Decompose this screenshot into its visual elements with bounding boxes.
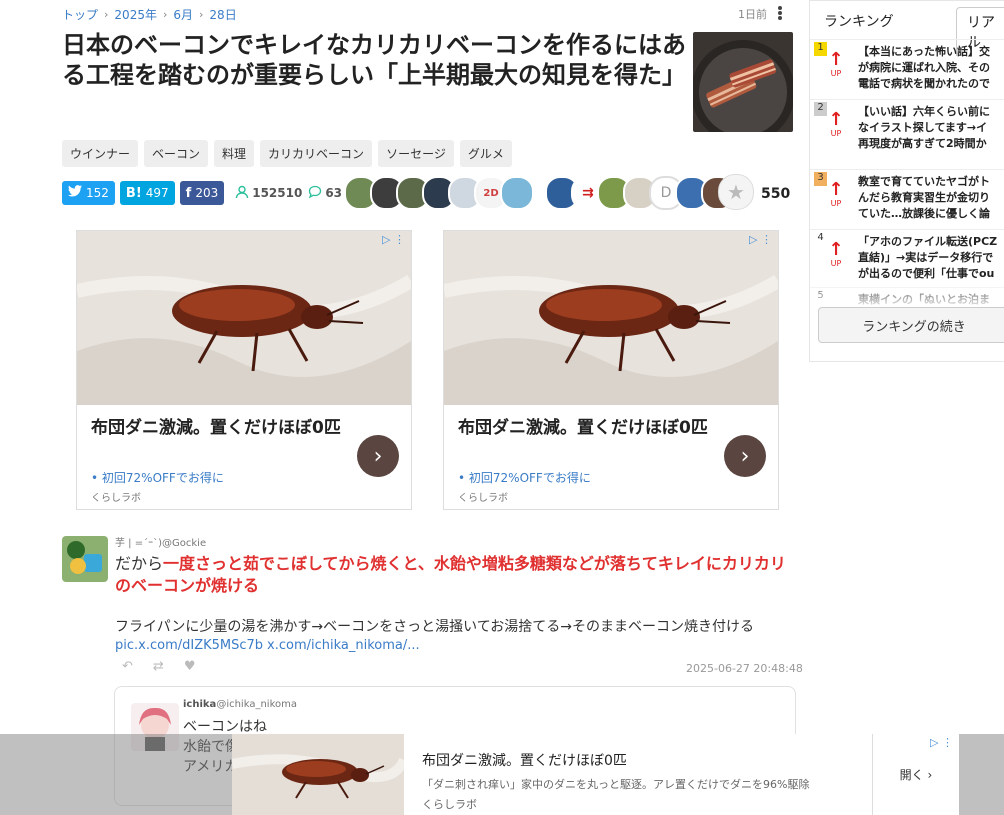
avatar[interactable]	[500, 176, 534, 210]
reply-icon[interactable]: ↶	[122, 659, 133, 674]
sticky-ad-text: 布団ダニ激減。置くだけほぼ0匹 「ダニ刺され痒い」家中のダニを丸っと駆逐。アレ置…	[404, 734, 872, 815]
reply-name: ichika	[183, 699, 217, 710]
favorite-avatars-group-2: ⇉ D	[545, 176, 735, 210]
ad-card[interactable]: ▷ ⋮ 布団ダニ激減。置くだけほぼ0匹 • 初回72%OFFでお得に くらしラボ…	[76, 230, 412, 510]
rank-up-icon: ↑ UP	[828, 179, 844, 209]
ranking-item[interactable]: 3 ↑ UP 教室で育てていたヤゴがト んだら教育実習生が金切り ていた…放課後に優し…	[810, 169, 1004, 226]
ranking-item[interactable]: 4 ↑ UP 「アホのファイル転送(PCZ 直結)」→実はデータ移行で が出るので便利…	[810, 229, 1004, 286]
tweet-date[interactable]: 2025-06-27 20:48:48	[686, 662, 803, 675]
bacon-thumbnail[interactable]	[693, 32, 793, 132]
chevron-right-icon: ›	[927, 767, 933, 782]
favorite-avatars-group-1: 2D	[344, 176, 534, 210]
ranking-more-button[interactable]: ランキングの続き	[818, 307, 1004, 343]
adchoices-icon[interactable]: ▷ ⋮	[749, 233, 772, 246]
rank-up-icon: ↑ UP	[828, 49, 844, 79]
ranking-item-text: 【いい話】六年くらい前に なイラスト探してます→イ 再現度が高すぎて2時間か	[858, 105, 990, 150]
view-count: 152510	[235, 185, 302, 202]
adchoices-icon[interactable]: ▷ ⋮	[930, 736, 953, 749]
adchoices-icon[interactable]: ▷ ⋮	[382, 233, 405, 246]
breadcrumb-year[interactable]: 2025年	[114, 6, 157, 23]
retweet-icon[interactable]: ⇄	[153, 659, 164, 674]
breadcrumb-day[interactable]: 28日	[209, 6, 236, 23]
rank-number: 5	[817, 290, 824, 301]
chevron-right-icon: ›	[199, 8, 204, 21]
ad-brand: くらしラボ	[458, 493, 508, 504]
chevron-right-icon: ›	[162, 8, 168, 21]
tag[interactable]: グルメ	[459, 140, 512, 167]
ad-brand: くらしラボ	[422, 798, 477, 811]
ad-subtext: • 初回72%OFFでお得に	[91, 471, 224, 485]
favorite-star-icon[interactable]: ★	[718, 174, 754, 210]
tab-ranking[interactable]: ランキング	[814, 7, 904, 35]
ranking-sidebar: ランキング リアル 1 ↑ UP 【本当にあった怖い話】交 が病院に運ばれ入院、その…	[809, 0, 1004, 362]
ad-headline: 布団ダニ激減。置くだけほぼ0匹	[91, 418, 341, 438]
page-title: 日本のベーコンでキレイなカリカリベーコンを作るにはある工程を踏むのが重要らしい「…	[62, 31, 686, 89]
tweet-text: だから一度さっと茹でこぼしてから焼くと、水飴や増粘多糖類などが落ちてキレイにカリ…	[115, 553, 795, 597]
favorite-count: 550	[761, 186, 791, 202]
ad-bug-image	[232, 734, 404, 815]
share-bar: 152 B! 497 f 203 152510 63	[62, 181, 342, 205]
twitter-share-button[interactable]: 152	[62, 181, 115, 205]
sticky-ad[interactable]: 布団ダニ激減。置くだけほぼ0匹 「ダニ刺され痒い」家中のダニを丸っと駆逐。アレ置…	[232, 734, 959, 815]
ad-open-label: 開く	[899, 768, 924, 782]
ranking-item-text: 教室で育てていたヤゴがト んだら教育実習生が金切り ていた…放課後に優しく論	[858, 175, 990, 220]
ranking-item[interactable]: 1 ↑ UP 【本当にあった怖い話】交 が病院に運ばれ入院、その 電話で病状を聞かれた…	[810, 39, 1004, 96]
post-age: 1日前	[738, 8, 767, 21]
heart-icon[interactable]: ♥	[184, 659, 196, 674]
ad-subtext-label: 初回72%OFFでお得に	[101, 471, 224, 485]
facebook-count: 203	[195, 186, 219, 200]
ad-headline: 布団ダニ激減。置くだけほぼ0匹	[458, 418, 708, 438]
ad-bug-image: ▷ ⋮	[444, 231, 778, 405]
ad-subtext: • 初回72%OFFでお得に	[458, 471, 591, 485]
ad-bug-image: ▷ ⋮	[77, 231, 411, 405]
ranking-item-text: 東横インの「ぬいとお泊ま	[858, 293, 990, 306]
comment-count-value: 63	[325, 186, 343, 200]
avatar[interactable]	[62, 536, 108, 582]
rank-up-icon: ↑ UP	[828, 109, 844, 139]
tag[interactable]: ウインナー	[62, 140, 139, 167]
twitter-count: 152	[86, 186, 109, 200]
chevron-right-icon: ›	[104, 8, 109, 21]
hatena-count: 497	[145, 186, 169, 200]
ad-subtext-label: 初回72%OFFでお得に	[468, 471, 591, 485]
view-count-value: 152510	[252, 186, 303, 200]
ad-headline: 布団ダニ激減。置くだけほぼ0匹	[422, 753, 627, 769]
ranking-item[interactable]: 2 ↑ UP 【いい話】六年くらい前に なイラスト探してます→イ 再現度が高すぎて2時…	[810, 99, 1004, 156]
tweet-user[interactable]: 芋 | =´ｰ`)@Gockie	[115, 534, 206, 549]
rank-up-icon: ↑ UP	[828, 239, 844, 269]
tag-list: ウインナー ベーコン 料理 カリカリベーコン ソーセージ グルメ	[62, 140, 512, 167]
tweet-highlight: 一度さっと茹でこぼしてから焼くと、水飴や増粘多糖類などが落ちてキレイにカリカリの…	[115, 554, 786, 595]
person-icon	[235, 185, 249, 202]
more-menu-icon[interactable]	[777, 5, 783, 21]
reply-handle: @ichika_nikoma	[216, 699, 297, 710]
tag[interactable]: 料理	[214, 140, 255, 167]
reply-user[interactable]: ichika@ichika_nikoma	[183, 699, 297, 710]
ranking-item-text: 「アホのファイル転送(PCZ 直結)」→実はデータ移行で が出るので便利「仕事でou	[858, 235, 998, 280]
ranking-item-text: 【本当にあった怖い話】交 が病院に運ばれ入院、その 電話で病状を聞かれたので	[858, 45, 990, 90]
breadcrumb-month[interactable]: 6月	[173, 6, 193, 23]
hatena-bookmark-button[interactable]: B! 497	[119, 181, 175, 205]
twitter-bird-icon	[68, 185, 82, 201]
tag[interactable]: カリカリベーコン	[260, 140, 373, 167]
tag[interactable]: ソーセージ	[378, 140, 454, 167]
tweet-body: フライパンに少量の湯を沸かす→ベーコンをさっと湯掻いてお湯捨てる→そのままベーコ…	[115, 619, 755, 635]
breadcrumb-top[interactable]: トップ	[62, 6, 98, 23]
breadcrumb: トップ › 2025年 › 6月 › 28日	[62, 6, 237, 23]
tweet-lead: だから	[115, 554, 164, 573]
tweet-link[interactable]: x.com/ichika_nikoma/...	[267, 638, 420, 653]
tweet-links: pic.x.com/dIZK5MSc7b x.com/ichika_nikoma…	[115, 638, 420, 653]
ad-brand: くらしラボ	[91, 493, 141, 504]
tweet-actions: ↶ ⇄ ♥	[122, 659, 195, 674]
chevron-right-icon[interactable]: ›	[357, 435, 399, 477]
facebook-f-icon: f	[185, 185, 192, 201]
tweet-link[interactable]: pic.x.com/dIZK5MSc7b	[115, 638, 263, 653]
speech-bubble-icon	[308, 185, 322, 202]
comment-count[interactable]: 63	[308, 185, 342, 202]
chevron-right-icon[interactable]: ›	[724, 435, 766, 477]
ad-card[interactable]: ▷ ⋮ 布団ダニ激減。置くだけほぼ0匹 • 初回72%OFFでお得に くらしラボ…	[443, 230, 779, 510]
hatena-b-icon: B!	[125, 185, 142, 201]
facebook-share-button[interactable]: f 203	[179, 181, 225, 205]
ad-description: 「ダニ刺され痒い」家中のダニを丸っと駆逐。アレ置くだけでダニを96%駆除	[422, 778, 810, 791]
tag[interactable]: ベーコン	[144, 140, 209, 167]
